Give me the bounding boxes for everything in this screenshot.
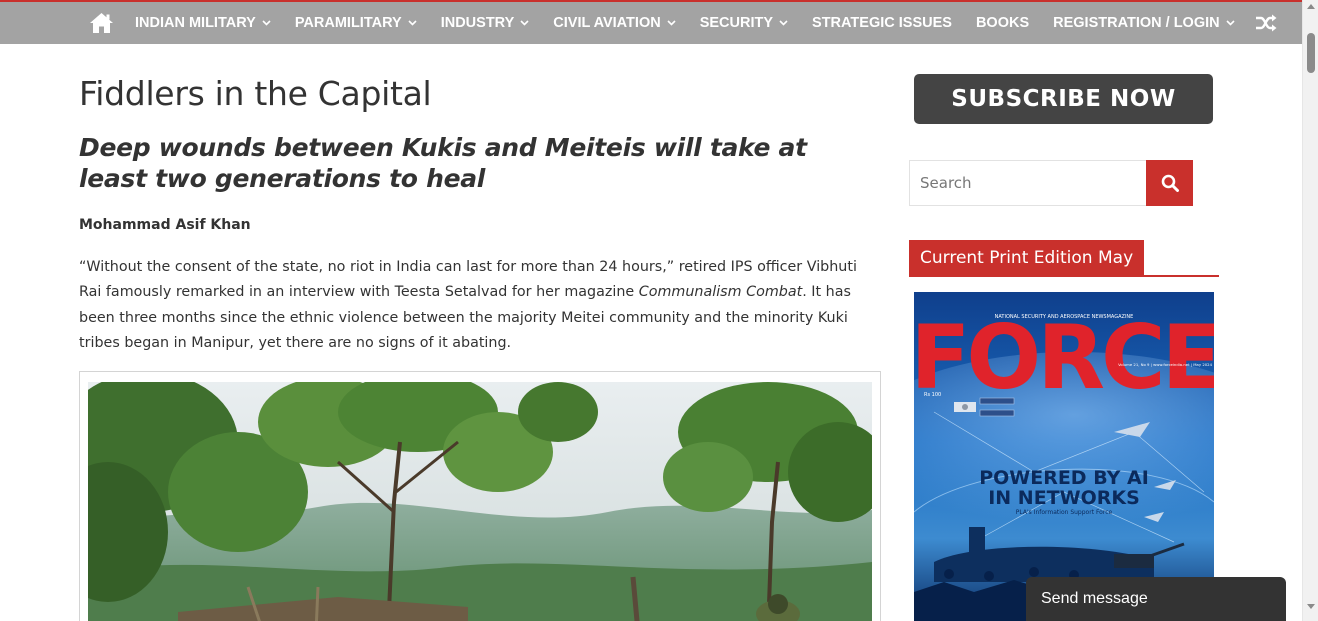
nav-item-label: INDUSTRY <box>440 15 515 31</box>
home-button[interactable] <box>88 11 114 35</box>
nav-item-label: STRATEGIC ISSUES <box>812 15 952 31</box>
chevron-down-icon <box>667 20 676 26</box>
nav-item-paramilitary[interactable]: PARAMILITARY <box>295 15 417 31</box>
shuffle-icon <box>1255 14 1277 32</box>
cover-price: Rs 100 <box>924 392 941 398</box>
nav-item-label: BOOKS <box>975 15 1030 31</box>
chevron-down-icon <box>520 20 529 26</box>
scroll-down-arrow-icon[interactable] <box>1307 604 1315 609</box>
search-icon <box>1161 174 1179 192</box>
nav-item-indian-military[interactable]: INDIAN MILITARY <box>135 15 271 31</box>
nav-menu: INDIAN MILITARY PARAMILITARY INDUSTRY CI… <box>88 2 1277 44</box>
nav-item-civil-aviation[interactable]: CIVIL AVIATION <box>553 15 676 31</box>
nav-item-security[interactable]: SECURITY <box>700 15 788 31</box>
print-edition-label: Current Print Edition May <box>909 240 1145 275</box>
nav-item-label: REGISTRATION / LOGIN <box>1053 15 1220 31</box>
article-image-frame <box>79 371 881 621</box>
chevron-down-icon <box>408 20 417 26</box>
scroll-up-arrow-icon[interactable] <box>1307 4 1315 9</box>
scroll-thumb[interactable] <box>1307 33 1315 73</box>
cover-subhead: PLA's Information Support Force <box>1016 509 1113 516</box>
article-author: Mohammad Asif Khan <box>79 217 251 233</box>
cover-issue: Volume 21, No 9 | www.forceindia.net | M… <box>1118 362 1212 367</box>
magazine-name: Communalism Combat <box>638 284 803 301</box>
print-edition-header: Current Print Edition May <box>909 240 1219 277</box>
home-icon <box>89 13 113 33</box>
nav-item-label: INDIAN MILITARY <box>135 15 256 31</box>
top-navigation: INDIAN MILITARY PARAMILITARY INDUSTRY CI… <box>0 0 1302 44</box>
chevron-down-icon <box>262 20 271 26</box>
article-title: Fiddlers in the Capital <box>79 74 432 113</box>
nav-item-label: SECURITY <box>699 15 774 31</box>
nav-item-label: CIVIL AVIATION <box>553 15 661 31</box>
subscribe-button[interactable]: SUBSCRIBE NOW <box>914 74 1213 124</box>
nav-item-strategic-issues[interactable]: STRATEGIC ISSUES <box>812 15 952 31</box>
cover-headline-line1: POWERED BY AI <box>979 467 1149 489</box>
nav-item-label: PARAMILITARY <box>294 15 402 31</box>
nav-item-registration-login[interactable]: REGISTRATION / LOGIN <box>1053 15 1235 31</box>
chevron-down-icon <box>1226 20 1235 26</box>
article-lead-paragraph: “Without the consent of the state, no ri… <box>79 255 869 356</box>
cover-headline-line2: IN NETWORKS <box>988 487 1140 509</box>
nav-item-industry[interactable]: INDUSTRY <box>441 15 530 31</box>
magazine-cover[interactable]: NATIONAL SECURITY AND AEROSPACE NEWSMAGA… <box>914 292 1214 621</box>
random-post-button[interactable] <box>1255 14 1277 32</box>
send-message-button[interactable]: Send message <box>1026 577 1286 621</box>
chevron-down-icon <box>779 20 788 26</box>
article-photo <box>88 382 872 621</box>
search-button[interactable] <box>1146 160 1193 206</box>
nav-item-books[interactable]: BOOKS <box>976 15 1029 31</box>
cover-masthead: FORCE <box>914 306 1214 409</box>
search-input[interactable] <box>909 160 1146 206</box>
article-subtitle: Deep wounds between Kukis and Meiteis wi… <box>79 133 807 193</box>
page-scrollbar[interactable] <box>1302 0 1318 621</box>
search-form <box>909 160 1193 206</box>
